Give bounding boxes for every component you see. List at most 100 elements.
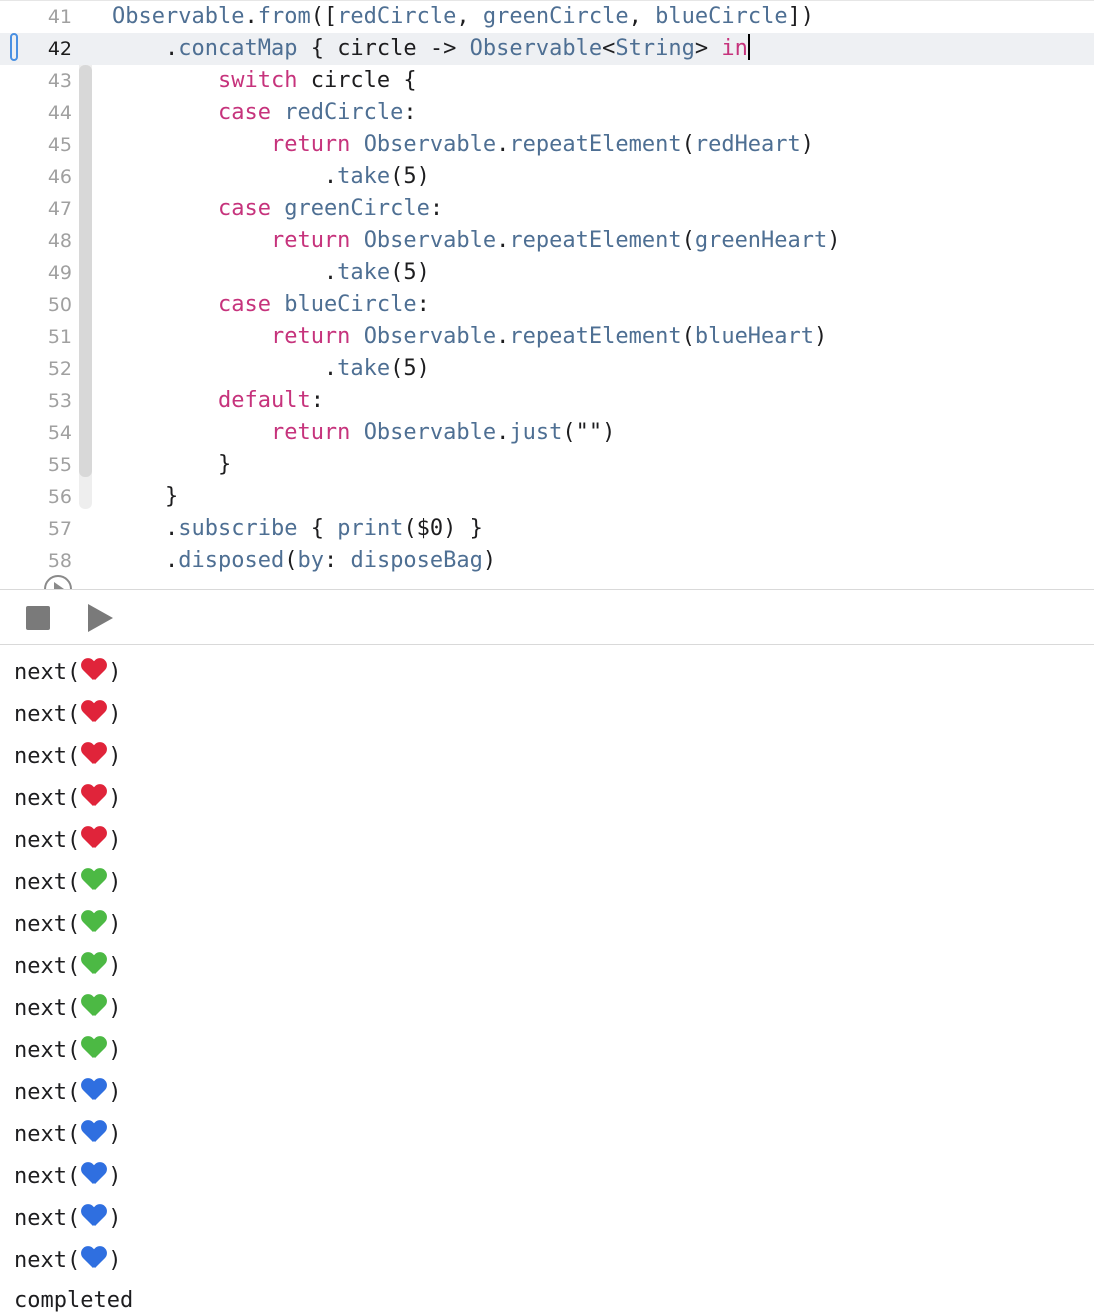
line-number[interactable]: 58	[0, 545, 72, 577]
console-prefix: next(	[14, 870, 81, 895]
code-line[interactable]: 52 .take(5)	[0, 353, 1094, 385]
code-token: String	[615, 36, 695, 61]
code-line[interactable]: 50 case blueCircle:	[0, 289, 1094, 321]
line-number[interactable]: 41	[0, 1, 72, 33]
code-line[interactable]: 55 }	[0, 449, 1094, 481]
line-number[interactable]: 43	[0, 65, 72, 97]
console-suffix: )	[108, 870, 122, 895]
line-number[interactable]: 51	[0, 321, 72, 353]
code-line[interactable]: 44 case redCircle:	[0, 97, 1094, 129]
code-token: take	[337, 356, 391, 381]
code-token: from	[257, 4, 311, 29]
line-number[interactable]: 48	[0, 225, 72, 257]
code-line[interactable]: 53 default:	[0, 385, 1094, 417]
code-token: disposeBag	[350, 548, 483, 573]
console-line: next()	[14, 1115, 121, 1155]
line-number[interactable]: 50	[0, 289, 72, 321]
console-prefix: next(	[14, 912, 81, 937]
code-line[interactable]: 57 .subscribe { print($0) }	[0, 513, 1094, 545]
code-text[interactable]: .concatMap { circle -> Observable<String…	[112, 33, 750, 65]
code-token: return	[270, 420, 351, 445]
code-line[interactable]: 56 }	[0, 481, 1094, 513]
code-token: subscribe	[178, 516, 298, 541]
code-text[interactable]: default:	[112, 385, 324, 417]
code-text[interactable]: case redCircle:	[112, 97, 417, 129]
line-number[interactable]: 55	[0, 449, 72, 481]
code-text[interactable]: case blueCircle:	[112, 289, 430, 321]
line-number[interactable]: 52	[0, 353, 72, 385]
code-text[interactable]: .take(5)	[112, 353, 430, 385]
code-token: case	[217, 292, 271, 317]
code-token: :	[310, 388, 324, 413]
code-token: .	[496, 132, 510, 157]
code-text[interactable]: .take(5)	[112, 161, 430, 193]
text-cursor	[747, 34, 750, 60]
code-text[interactable]: }	[112, 449, 231, 481]
code-token: greenCircle	[482, 4, 629, 29]
line-number[interactable]: 57	[0, 513, 72, 545]
code-line[interactable]: 45 return Observable.repeatElement(redHe…	[0, 129, 1094, 161]
code-text[interactable]: }	[112, 481, 178, 513]
code-token: ([	[310, 4, 338, 29]
code-token: redCircle	[337, 4, 457, 29]
code-text[interactable]: switch circle {	[112, 65, 417, 97]
console-line: next()	[14, 1031, 121, 1071]
code-line[interactable]: 43 switch circle {	[0, 65, 1094, 97]
code-text[interactable]: return Observable.repeatElement(greenHea…	[112, 225, 841, 257]
code-text[interactable]: Observable.from([redCircle, greenCircle,…	[112, 1, 814, 33]
play-icon[interactable]	[88, 604, 113, 632]
code-token: (	[681, 324, 695, 349]
code-text[interactable]: case greenCircle:	[112, 193, 443, 225]
code-line[interactable]: 54 return Observable.just("")	[0, 417, 1094, 449]
code-line[interactable]: 49 .take(5)	[0, 257, 1094, 289]
code-token: <	[602, 36, 616, 61]
code-token: repeatElement	[509, 228, 682, 253]
code-text[interactable]: .subscribe { print($0) }	[112, 513, 483, 545]
stop-icon[interactable]	[26, 606, 50, 630]
code-token: :	[403, 100, 417, 125]
code-line[interactable]: 58 .disposed(by: disposeBag)	[0, 545, 1094, 577]
line-number[interactable]: 54	[0, 417, 72, 449]
code-line[interactable]: 41 Observable.from([redCircle, greenCircl…	[0, 1, 1094, 33]
code-token: )	[800, 132, 815, 157]
code-text[interactable]: return Observable.just("")	[112, 417, 615, 449]
code-token: default	[217, 388, 311, 413]
code-line[interactable]: 46 .take(5)	[0, 161, 1094, 193]
code-token: return	[270, 132, 351, 157]
code-token: :	[323, 548, 351, 573]
code-token: by	[297, 548, 324, 573]
console-prefix: next(	[14, 1038, 81, 1063]
code-line[interactable]: 48 return Observable.repeatElement(green…	[0, 225, 1094, 257]
line-number[interactable]: 45	[0, 129, 72, 161]
line-number[interactable]: 49	[0, 257, 72, 289]
code-token: just	[509, 420, 563, 445]
console-suffix: )	[108, 786, 122, 811]
console-suffix: )	[108, 1164, 122, 1189]
line-number[interactable]: 44	[0, 97, 72, 129]
console-line: next()	[14, 947, 121, 987]
red-heart-icon	[81, 827, 107, 851]
code-line[interactable]: 51 return Observable.repeatElement(blueH…	[0, 321, 1094, 353]
debug-toolbar	[0, 589, 1094, 645]
code-token: Observable	[363, 420, 497, 445]
run-icon[interactable]	[44, 575, 72, 590]
code-token: .	[496, 324, 510, 349]
code-line[interactable]: 47 case greenCircle:	[0, 193, 1094, 225]
line-number[interactable]: 56	[0, 481, 72, 513]
code-text[interactable]: return Observable.repeatElement(redHeart…	[112, 129, 814, 161]
code-text[interactable]: .disposed(by: disposeBag)	[112, 545, 496, 577]
code-token: repeatElement	[509, 324, 682, 349]
code-text[interactable]: return Observable.repeatElement(blueHear…	[112, 321, 827, 353]
line-number[interactable]: 46	[0, 161, 72, 193]
console-line: next()	[14, 1241, 121, 1281]
console-suffix: )	[108, 702, 122, 727]
console-prefix: next(	[14, 1080, 81, 1105]
code-text[interactable]: .take(5)	[112, 257, 430, 289]
line-number[interactable]: 53	[0, 385, 72, 417]
line-number[interactable]: 47	[0, 193, 72, 225]
code-editor[interactable]: 41 Observable.from([redCircle, greenCircl…	[0, 0, 1094, 590]
code-line[interactable]: 42 .concatMap { circle -> Observable<Str…	[0, 33, 1094, 65]
